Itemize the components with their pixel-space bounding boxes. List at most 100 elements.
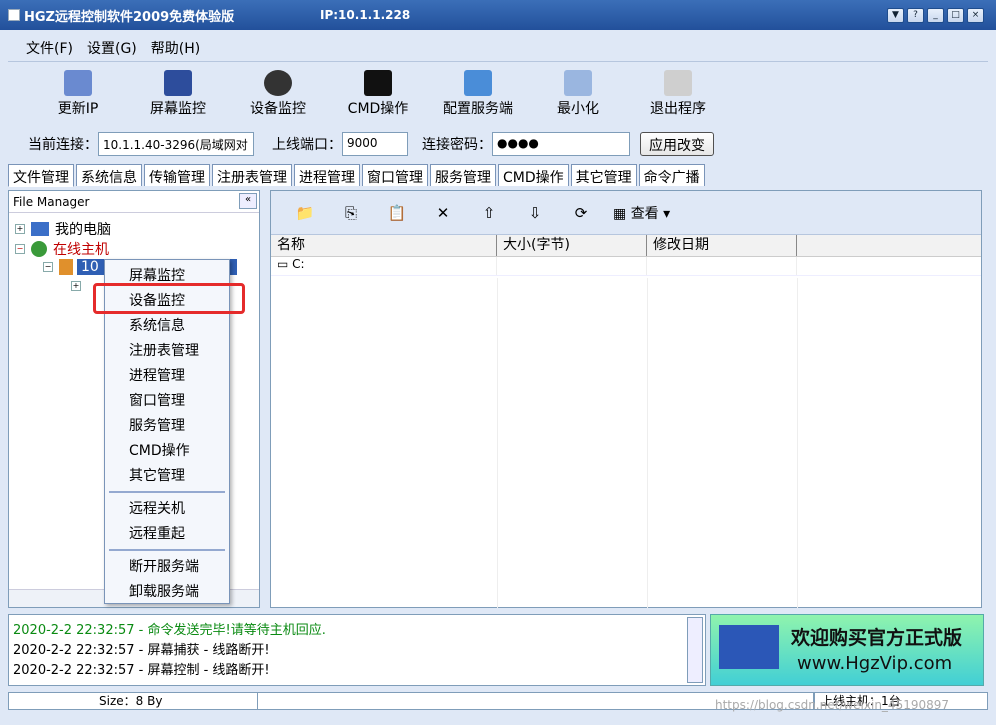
monitors-icon [719,625,779,669]
column-date[interactable]: 修改日期 [647,235,797,256]
app-icon [8,9,20,21]
menu-disconnect-server[interactable]: 断开服务端 [105,555,229,580]
drive-icon: ▭ [277,257,293,271]
collapse-host-icon[interactable]: − [43,262,53,272]
collapse-button[interactable]: « [239,193,257,209]
tab-other[interactable]: 其它管理 [570,164,637,186]
refresh-icon[interactable]: ⟳ [567,200,595,226]
tab-system-info[interactable]: 系统信息 [76,164,142,186]
ad-title: 欢迎购买官方正式版 [791,627,963,649]
log-line: 2020-2-2 22:32:57 - 屏幕控制 - 线路断开! [13,663,270,678]
menu-bar: 文件(F) 设置(G) 帮助(H) [8,34,988,62]
title-ip: IP:10.1.1.228 [320,8,411,22]
menu-settings[interactable]: 设置(G) [87,38,137,58]
device-monitor-button[interactable]: 设备监控 [228,66,328,122]
file-list-pane: 📁 ⎘ 📋 ✕ ⇧ ⇩ ⟳ ▦ 查看 ▾ 名称 大小(字节) 修改日期 ▭ C: [270,190,982,608]
menu-remote-reboot[interactable]: 远程重起 [105,522,229,547]
log-line: 2020-2-2 22:32:57 - 屏幕捕获 - 线路断开! [13,643,270,658]
current-connection-label: 当前连接： [28,137,98,153]
tab-cmd[interactable]: CMD操作 [498,164,569,186]
menu-process[interactable]: 进程管理 [105,364,229,389]
refresh-ip-button[interactable]: 更新IP [28,66,128,122]
tree-my-computer[interactable]: + 我的电脑 [15,219,111,239]
close-button[interactable]: × [967,8,984,23]
exit-button[interactable]: 退出程序 [628,66,728,122]
windows-icon [564,70,592,96]
skin-button[interactable]: ▼ [887,8,904,23]
tree-host-child[interactable]: + [71,281,87,291]
watermark: https://blog.csdn.net/weixin_45190897 [715,698,950,712]
view-button[interactable]: ▦ 查看 ▾ [613,203,670,223]
expand-child-icon[interactable]: + [71,281,81,291]
download-icon[interactable]: ⇩ [521,200,549,226]
menu-service[interactable]: 服务管理 [105,414,229,439]
drive-c-cell[interactable]: ▭ C: [271,257,497,275]
copy-icon[interactable]: ⎘ [337,200,365,226]
tab-process[interactable]: 进程管理 [294,164,360,186]
maximize-button[interactable]: □ [947,8,964,23]
window-title: HGZ远程控制软件2009免费体验版 [24,9,235,25]
computer-icon [31,222,49,236]
minimize-button[interactable]: _ [927,8,944,23]
menu-other[interactable]: 其它管理 [105,464,229,489]
size-status: Size：8 By [8,692,258,710]
password-label: 连接密码： [422,137,492,153]
screen-monitor-button[interactable]: 屏幕监控 [128,66,228,122]
cmd-button[interactable]: CMD操作 [328,66,428,122]
window-controls: ▼ ? _ □ × [887,8,984,23]
tab-broadcast[interactable]: 命令广播 [638,164,705,186]
door-icon [664,70,692,96]
tab-transfer[interactable]: 传输管理 [144,164,210,186]
list-header: 名称 大小(字节) 修改日期 [271,235,981,257]
table-row[interactable]: ▭ C: [271,257,981,276]
minimize-tool-button[interactable]: 最小化 [528,66,628,122]
menu-window[interactable]: 窗口管理 [105,389,229,414]
delete-icon[interactable]: ✕ [429,200,457,226]
menu-remote-shutdown[interactable]: 远程关机 [105,497,229,522]
port-label: 上线端口： [272,137,342,153]
menu-registry[interactable]: 注册表管理 [105,339,229,364]
upload-icon[interactable]: ⇧ [475,200,503,226]
ad-banner[interactable]: 欢迎购买官方正式版 www.HgzVip.com [710,614,984,686]
menu-uninstall-server[interactable]: 卸载服务端 [105,580,229,605]
title-bar: HGZ远程控制软件2009免费体验版 IP:10.1.1.228 ▼ ? _ □… [0,0,996,30]
file-toolbar: 📁 ⎘ 📋 ✕ ⇧ ⇩ ⟳ ▦ 查看 ▾ [271,191,981,235]
log-panel: 2020-2-2 22:32:57 - 命令发送完毕!请等待主机回应. 2020… [8,614,706,686]
current-connection-field[interactable]: 10.1.1.40-3296(局域网对 [98,132,254,156]
column-extra[interactable] [797,235,981,256]
globe-icon [31,241,47,257]
menu-file[interactable]: 文件(F) [26,38,73,58]
tab-window[interactable]: 窗口管理 [362,164,428,186]
expand-icon[interactable]: + [15,224,25,234]
menu-cmd[interactable]: CMD操作 [105,439,229,464]
menu-system-info[interactable]: 系统信息 [105,314,229,339]
paste-icon[interactable]: 📋 [383,200,411,226]
terminal-icon [364,70,392,96]
password-field[interactable]: ●●●● [492,132,630,156]
connection-bar: 当前连接： 10.1.1.40-3296(局域网对 上线端口： 9000 连接密… [8,126,988,162]
up-folder-icon[interactable]: 📁 [291,200,319,226]
monitor-icon [164,70,192,96]
grid-view-icon: ▦ [613,205,631,222]
tab-bar: 文件管理 系统信息 传输管理 注册表管理 进程管理 窗口管理 服务管理 CMD操… [8,164,707,187]
collapse-tree-icon[interactable]: − [15,244,25,254]
users-icon [64,70,92,96]
log-line: 2020-2-2 22:32:57 - 命令发送完毕!请等待主机回应. [13,623,326,638]
user-icon [59,259,73,275]
help-button[interactable]: ? [907,8,924,23]
tab-file-manager[interactable]: 文件管理 [8,164,74,187]
configure-server-button[interactable]: 配置服务端 [428,66,528,122]
log-scrollbar[interactable] [687,617,703,683]
column-name[interactable]: 名称 [271,235,497,256]
tree-online-hosts[interactable]: − 在线主机 [15,239,109,259]
webcam-icon [264,70,292,96]
pane-title: File Manager [9,191,259,213]
main-toolbar: 更新IP 屏幕监控 设备监控 CMD操作 配置服务端 最小化 退出程序 [8,66,988,122]
apply-button[interactable]: 应用改变 [640,132,714,156]
tab-service[interactable]: 服务管理 [430,164,496,186]
column-size[interactable]: 大小(字节) [497,235,647,256]
port-field[interactable]: 9000 [342,132,408,156]
tab-registry[interactable]: 注册表管理 [212,164,292,186]
menu-help[interactable]: 帮助(H) [151,38,200,58]
wrench-icon [464,70,492,96]
